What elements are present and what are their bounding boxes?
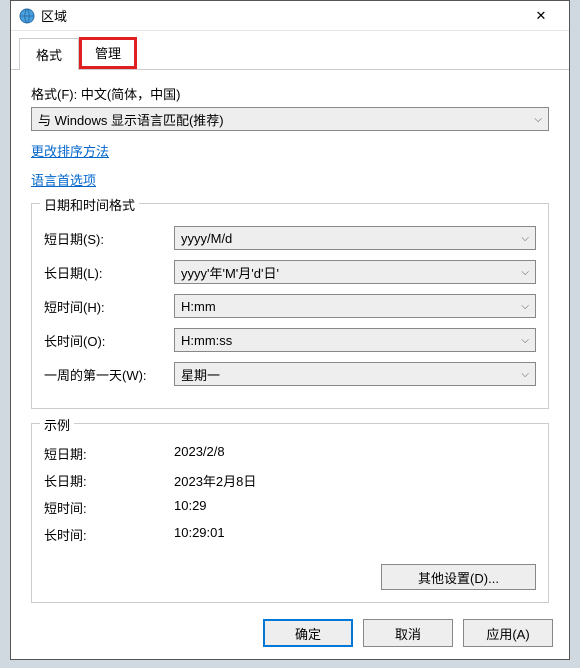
chevron-down-icon: ⌵ <box>521 233 529 244</box>
ex-long-date-value: 2023年2月8日 <box>174 471 256 490</box>
region-dialog: 区域 ✕ 格式 管理 格式(F): 中文(简体，中国) 与 Windows 显示… <box>10 0 570 660</box>
long-time-dropdown[interactable]: H:mm:ss ⌵ <box>174 328 536 352</box>
close-button[interactable]: ✕ <box>521 2 561 30</box>
short-date-value: yyyy/M/d <box>181 231 232 246</box>
format-label: 格式(F): 中文(简体，中国) <box>31 84 549 103</box>
chevron-down-icon: ⌵ <box>521 335 529 346</box>
chevron-down-icon: ⌵ <box>534 114 542 125</box>
ok-button[interactable]: 确定 <box>263 619 353 647</box>
example-group: 示例 短日期:2023/2/8 长日期:2023年2月8日 短时间:10:29 … <box>31 423 549 603</box>
footer: 确定 取消 应用(A) <box>263 619 553 647</box>
chevron-down-icon: ⌵ <box>521 301 529 312</box>
format-dropdown-value: 与 Windows 显示语言匹配(推荐) <box>38 110 224 129</box>
chevron-down-icon: ⌵ <box>521 369 529 380</box>
example-group-title: 示例 <box>40 415 74 434</box>
ex-short-time-label: 短时间: <box>44 498 174 517</box>
format-dropdown[interactable]: 与 Windows 显示语言匹配(推荐) ⌵ <box>31 107 549 131</box>
datetime-group-title: 日期和时间格式 <box>40 195 139 214</box>
first-day-label: 一周的第一天(W): <box>44 365 174 384</box>
language-pref-link[interactable]: 语言首选项 <box>31 170 96 189</box>
first-day-value: 星期一 <box>181 365 220 384</box>
ex-short-time-value: 10:29 <box>174 498 207 517</box>
ex-short-date-value: 2023/2/8 <box>174 444 225 463</box>
change-sort-link[interactable]: 更改排序方法 <box>31 141 109 160</box>
other-settings-button[interactable]: 其他设置(D)... <box>381 564 536 590</box>
ex-short-date-label: 短日期: <box>44 444 174 463</box>
long-time-value: H:mm:ss <box>181 333 232 348</box>
ex-long-time-label: 长时间: <box>44 525 174 544</box>
cancel-button[interactable]: 取消 <box>363 619 453 647</box>
long-date-dropdown[interactable]: yyyy'年'M'月'd'日' ⌵ <box>174 260 536 284</box>
apply-button[interactable]: 应用(A) <box>463 619 553 647</box>
chevron-down-icon: ⌵ <box>521 267 529 278</box>
tab-format[interactable]: 格式 <box>19 38 79 70</box>
tab-format-label: 格式 <box>36 48 62 63</box>
ex-long-time-value: 10:29:01 <box>174 525 225 544</box>
window-title: 区域 <box>41 6 521 25</box>
first-day-dropdown[interactable]: 星期一 ⌵ <box>174 362 536 386</box>
long-date-value: yyyy'年'M'月'd'日' <box>181 263 279 282</box>
short-time-label: 短时间(H): <box>44 297 174 316</box>
globe-icon <box>19 8 35 24</box>
short-date-label: 短日期(S): <box>44 229 174 248</box>
short-date-dropdown[interactable]: yyyy/M/d ⌵ <box>174 226 536 250</box>
tabs: 格式 管理 <box>11 31 569 70</box>
tab-admin-label: 管理 <box>95 46 121 61</box>
long-date-label: 长日期(L): <box>44 263 174 282</box>
short-time-value: H:mm <box>181 299 216 314</box>
content: 格式(F): 中文(简体，中国) 与 Windows 显示语言匹配(推荐) ⌵ … <box>11 70 569 617</box>
long-time-label: 长时间(O): <box>44 331 174 350</box>
ex-long-date-label: 长日期: <box>44 471 174 490</box>
close-icon: ✕ <box>536 8 547 24</box>
datetime-group: 日期和时间格式 短日期(S): yyyy/M/d⌵ 长日期(L): yyyy'年… <box>31 203 549 409</box>
short-time-dropdown[interactable]: H:mm ⌵ <box>174 294 536 318</box>
tab-admin[interactable]: 管理 <box>79 37 137 69</box>
titlebar: 区域 ✕ <box>11 1 569 31</box>
